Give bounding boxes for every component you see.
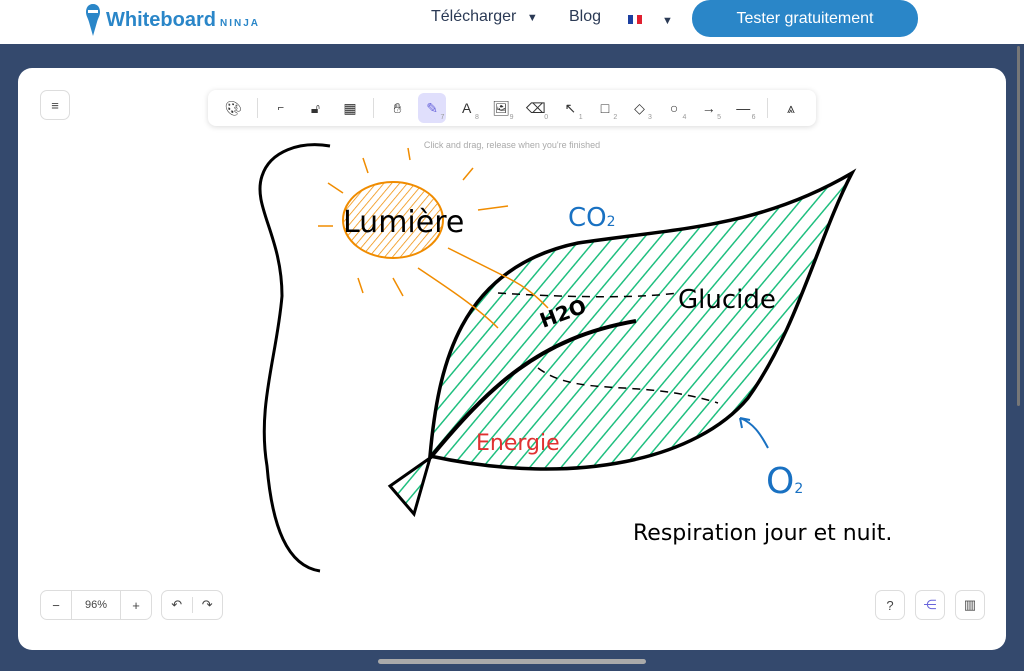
shortcut-key: 6 bbox=[751, 114, 756, 121]
drawing: Lumière CO2 H2O Glucide Energie O2 Respi… bbox=[258, 143, 892, 573]
shortcut-key: 9 bbox=[509, 114, 514, 121]
arrow-tool[interactable]: → 5 bbox=[694, 93, 723, 123]
leaf-stem bbox=[387, 454, 433, 518]
site-header: Whiteboard NINJA Télécharger ▼ Blog ▼ Te… bbox=[0, 0, 1024, 44]
pen-settings-icon: ⌐ bbox=[277, 102, 285, 114]
share-button[interactable]: ⋲ bbox=[915, 590, 945, 620]
grid-icon: ▦ bbox=[343, 99, 357, 116]
pointer-icon: ↖ bbox=[564, 99, 577, 116]
leaf-dashed bbox=[497, 292, 719, 404]
caption-label: Respiration jour et nuit. bbox=[633, 521, 892, 546]
nav-blog[interactable]: Blog bbox=[569, 8, 601, 26]
history-control: ↶ ↷ bbox=[161, 590, 223, 620]
energie-label: Energie bbox=[476, 431, 560, 456]
eraser-icon: ⌫ bbox=[525, 99, 546, 116]
hamburger-icon: ≡ bbox=[51, 97, 59, 113]
o2-arrow bbox=[739, 417, 769, 449]
help-button[interactable]: ? bbox=[875, 590, 905, 620]
pencil-tool[interactable]: ✎ 7 bbox=[417, 93, 447, 123]
glucide-label: Glucide bbox=[678, 285, 776, 315]
caret-down-icon: ▼ bbox=[662, 15, 673, 27]
ninja-logo-icon bbox=[86, 4, 100, 36]
pencil-icon: ✎ bbox=[426, 99, 438, 116]
shortcut-key: 2 bbox=[613, 114, 618, 121]
rectangle-tool[interactable]: □ 2 bbox=[591, 93, 620, 123]
zoom-level[interactable]: 96% bbox=[71, 591, 121, 619]
lock-tool[interactable]: 🔓︎ bbox=[301, 93, 330, 123]
zoom-in-button[interactable]: + bbox=[121, 598, 151, 613]
shortcut-key: 4 bbox=[682, 114, 687, 121]
map-button[interactable]: ▥ bbox=[955, 590, 985, 620]
tool-hint: Click and drag, release when you're fini… bbox=[423, 140, 601, 150]
map-icon: ▥ bbox=[963, 597, 977, 612]
whiteboard-canvas[interactable]: ≡ 🎨︎ ⌐ 🔓︎ ▦ ✋︎ ✎ 7 A8 🖼︎ 9 ⌫ 0 ↖ 1 □ 2 ◇ 3 ○ 4 … bbox=[18, 68, 1006, 650]
divider bbox=[766, 98, 768, 118]
rectangle-icon: □ bbox=[600, 100, 610, 116]
shortcut-key: 8 bbox=[475, 114, 479, 121]
sun-label: Lumière bbox=[343, 205, 464, 240]
share-icon: ⋲ bbox=[923, 597, 937, 612]
lock-icon: 🔓︎ bbox=[310, 99, 320, 116]
toolbar: 🎨︎ ⌐ 🔓︎ ▦ ✋︎ ✎ 7 A8 🖼︎ 9 ⌫ 0 ↖ 1 □ 2 ◇ 3 ○ 4 → 5… bbox=[208, 90, 816, 126]
palette-icon: 🎨︎ bbox=[224, 99, 243, 116]
shortcut-key: 0 bbox=[544, 114, 549, 121]
scrollbar[interactable] bbox=[1017, 46, 1020, 406]
sun bbox=[342, 181, 444, 259]
nav-label: Télécharger bbox=[431, 8, 517, 25]
redo-icon: ↷ bbox=[201, 597, 213, 612]
select-tool[interactable]: ↖ 1 bbox=[556, 93, 585, 123]
bracket-stroke bbox=[258, 143, 331, 573]
eraser-tool[interactable]: ⌫ 0 bbox=[522, 93, 551, 123]
home-indicator bbox=[378, 659, 646, 664]
co2-label: CO2 bbox=[568, 203, 616, 233]
zoom-control: − 96% + bbox=[40, 590, 152, 620]
palette-tool[interactable]: 🎨︎ bbox=[219, 93, 248, 123]
logo[interactable]: Whiteboard NINJA bbox=[84, 2, 260, 38]
library-tool[interactable]: ⩓ bbox=[777, 93, 806, 123]
compass-icon: ⩓ bbox=[786, 99, 795, 116]
line-icon: — bbox=[736, 100, 751, 116]
grid-tool[interactable]: ▦ bbox=[336, 93, 365, 123]
shortcut-key: 7 bbox=[440, 114, 445, 121]
hand-tool[interactable]: ✋︎ bbox=[383, 93, 412, 123]
pen-settings-tool[interactable]: ⌐ bbox=[267, 93, 296, 123]
text-icon: A bbox=[461, 100, 472, 116]
image-tool[interactable]: 🖼︎ 9 bbox=[487, 93, 516, 123]
logo-text: Whiteboard bbox=[106, 8, 216, 31]
leaf-vein bbox=[428, 319, 637, 460]
logo-subtext: NINJA bbox=[220, 17, 261, 29]
french-flag-icon bbox=[628, 15, 643, 24]
hand-icon: ✋︎ bbox=[393, 99, 402, 116]
nav-telecharger[interactable]: Télécharger ▼ bbox=[431, 8, 538, 26]
line-tool[interactable]: —6 bbox=[729, 93, 758, 123]
redo-button[interactable]: ↷ bbox=[191, 597, 223, 613]
shortcut-key: 5 bbox=[717, 114, 721, 121]
shortcut-key: 3 bbox=[647, 114, 652, 121]
circle-icon: ○ bbox=[669, 100, 679, 116]
diamond-icon: ◇ bbox=[634, 99, 645, 116]
caret-down-icon: ▼ bbox=[526, 12, 538, 24]
undo-button[interactable]: ↶ bbox=[162, 597, 192, 613]
text-tool[interactable]: A8 bbox=[452, 93, 481, 123]
image-icon: 🖼︎ bbox=[492, 99, 511, 116]
help-icon: ? bbox=[886, 597, 894, 613]
arrow-icon: → bbox=[701, 100, 716, 116]
menu-button[interactable]: ≡ bbox=[40, 90, 70, 120]
diamond-tool[interactable]: ◇ 3 bbox=[625, 93, 654, 123]
divider bbox=[256, 98, 258, 118]
shortcut-key: 1 bbox=[578, 114, 583, 121]
leaf-shape bbox=[428, 168, 857, 471]
h2o-label: H2O bbox=[537, 294, 590, 333]
undo-icon: ↶ bbox=[171, 597, 183, 612]
circle-tool[interactable]: ○ 4 bbox=[660, 93, 689, 123]
sun-rays bbox=[318, 147, 549, 329]
zoom-out-button[interactable]: − bbox=[41, 598, 71, 613]
language-selector[interactable]: ▼ bbox=[628, 11, 673, 29]
try-free-button[interactable]: Tester gratuitement bbox=[692, 0, 918, 37]
divider bbox=[373, 98, 375, 118]
o2-label: O2 bbox=[766, 461, 803, 502]
